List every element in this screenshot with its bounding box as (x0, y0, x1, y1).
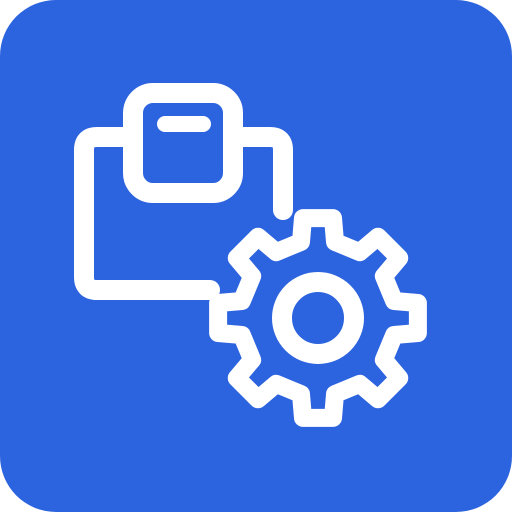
gear-icon (209, 209, 427, 427)
clipboard-clip (123, 83, 243, 203)
gear-outline (209, 209, 427, 427)
app-icon-tile (0, 0, 512, 512)
gear-hub (272, 272, 364, 364)
clipboard-gear-icon (74, 83, 427, 427)
clipboard-icon (74, 83, 293, 300)
